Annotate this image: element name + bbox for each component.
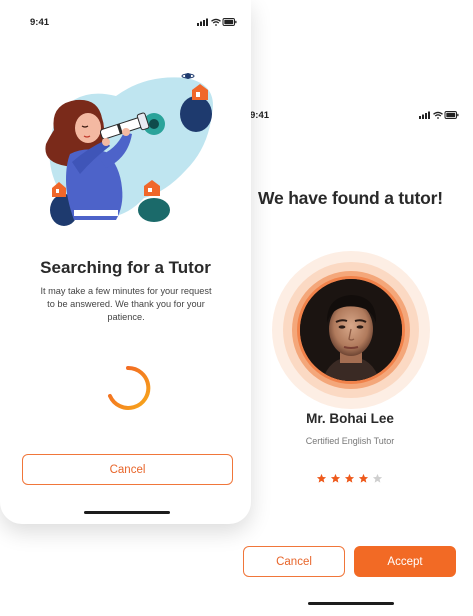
star-icon xyxy=(358,473,369,483)
found-title: We have found a tutor! xyxy=(258,188,443,208)
status-icons xyxy=(419,111,459,119)
searching-title: Searching for a Tutor xyxy=(40,258,211,277)
status-time: 9:41 xyxy=(250,110,270,121)
star-icon xyxy=(372,473,383,483)
battery-icon xyxy=(444,111,459,119)
searching-screen: 9:41 Searching for a Tutor It may take a… xyxy=(0,0,251,524)
home-indicator[interactable] xyxy=(84,511,170,514)
tutor-photo xyxy=(300,279,402,381)
star-icon xyxy=(330,473,341,483)
signal-icon xyxy=(419,111,430,119)
tutor-role: Certified English Tutor xyxy=(305,436,395,446)
signal-icon xyxy=(197,18,208,26)
battery-icon xyxy=(222,18,237,26)
searching-description: It may take a few minutes for your reque… xyxy=(40,286,212,322)
star-icon xyxy=(316,473,327,483)
star-icon xyxy=(344,473,355,483)
searching-cancel-button[interactable]: Cancel xyxy=(22,454,233,485)
status-time: 9:41 xyxy=(30,17,50,28)
wifi-icon xyxy=(433,111,443,119)
tutor-rating xyxy=(316,473,383,487)
wifi-icon xyxy=(211,18,221,26)
searching-illustration xyxy=(45,73,213,226)
found-cancel-button[interactable]: Cancel xyxy=(243,546,345,577)
tutor-name: Mr. Bohai Lee xyxy=(306,411,394,426)
loading-spinner-icon xyxy=(108,365,151,410)
status-icons xyxy=(197,18,237,26)
accept-button[interactable]: Accept xyxy=(354,546,456,577)
tutor-avatar xyxy=(272,251,430,409)
home-indicator[interactable] xyxy=(308,602,394,605)
